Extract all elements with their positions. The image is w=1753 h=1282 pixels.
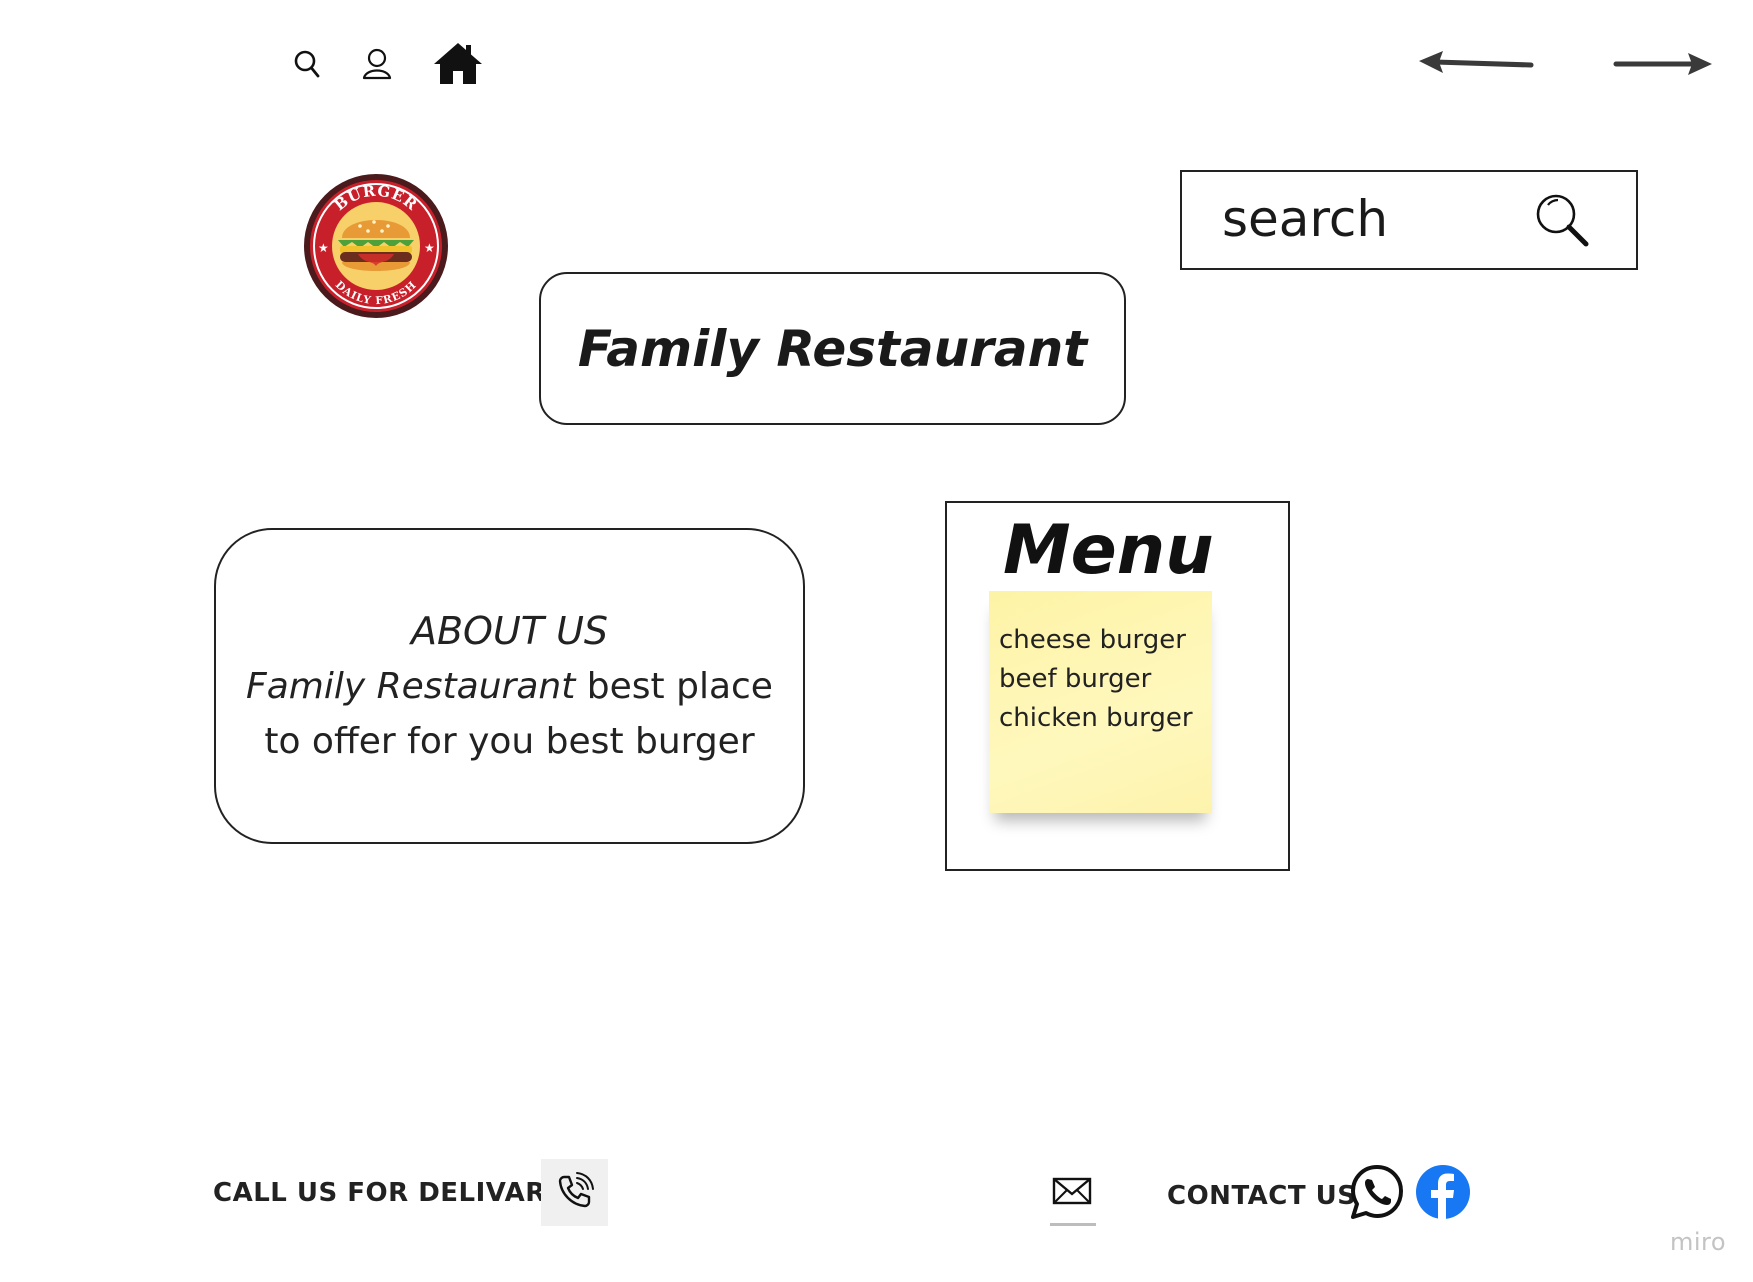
facebook-icon[interactable] <box>1414 1163 1472 1225</box>
whatsapp-icon[interactable] <box>1348 1163 1406 1225</box>
about-heading: ABOUT US <box>410 608 608 653</box>
phone-button[interactable] <box>541 1159 608 1226</box>
mail-icon[interactable] <box>1052 1176 1092 1210</box>
svg-text:★: ★ <box>318 241 329 255</box>
menu-item[interactable]: cheese burger <box>999 625 1186 655</box>
search-input[interactable] <box>1222 186 1522 252</box>
about-restaurant-name: Family Restaurant <box>246 665 576 707</box>
search-box <box>1180 170 1638 270</box>
svg-text:★: ★ <box>424 241 435 255</box>
phone-icon <box>555 1171 595 1215</box>
about-us-box: ABOUT US Family Restaurant best place to… <box>214 528 805 844</box>
menu-box: Menu cheese burger beef burger chicken b… <box>945 501 1290 871</box>
menu-sticky-note: cheese burger beef burger chicken burger <box>989 591 1212 813</box>
miro-watermark: miro <box>1670 1228 1727 1256</box>
about-line-1: Family Restaurant best place <box>246 659 773 714</box>
arrow-right-icon[interactable] <box>1612 48 1714 78</box>
arrow-left-icon[interactable] <box>1417 48 1535 78</box>
about-line-1-rest: best place <box>575 665 773 707</box>
burger-logo: ★ ★ BURGER DAILY FRESH <box>302 168 450 324</box>
home-icon[interactable] <box>431 40 485 86</box>
contact-us-label: CONTACT US <box>1167 1181 1357 1211</box>
mail-caption <box>1050 1223 1096 1226</box>
menu-title: Menu <box>1003 511 1214 590</box>
call-delivery-label: CALL US FOR DELIVARY <box>213 1178 564 1208</box>
menu-item[interactable]: chicken burger <box>999 703 1193 733</box>
menu-item[interactable]: beef burger <box>999 664 1151 694</box>
page-title: Family Restaurant <box>577 319 1088 378</box>
about-line-2: to offer for you best burger <box>264 720 755 762</box>
title-box: Family Restaurant <box>539 272 1126 425</box>
user-icon[interactable] <box>362 48 392 80</box>
search-icon[interactable] <box>293 48 321 80</box>
search-button-icon[interactable] <box>1534 192 1592 254</box>
